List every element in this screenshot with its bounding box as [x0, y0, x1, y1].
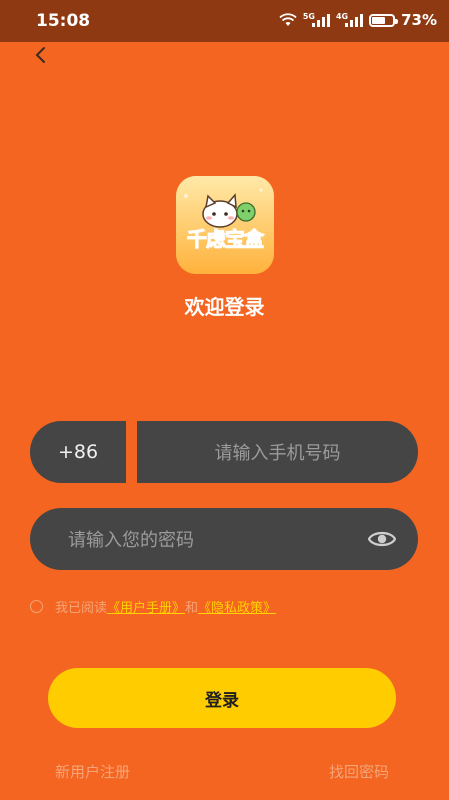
- agreement-conjunction: 和: [185, 601, 199, 616]
- password-placeholder: 请输入您的密码: [68, 530, 194, 551]
- agreement-checkbox[interactable]: [30, 600, 43, 613]
- status-bar: 15:08 5G 4G 73%: [0, 0, 449, 42]
- back-button[interactable]: [30, 44, 54, 68]
- status-icons: 5G 4G 73%: [279, 11, 437, 29]
- battery-percent: 73%: [401, 11, 437, 29]
- 5g-label: 5G: [302, 11, 315, 21]
- user-manual-link[interactable]: 《用户手册》: [107, 597, 185, 616]
- welcome-title: 欢迎登录: [184, 295, 265, 319]
- eye-icon[interactable]: [368, 527, 396, 551]
- status-time: 15:08: [36, 11, 91, 31]
- agreement-row: 我已阅读 《用户手册》 和 《隐私政策》: [30, 597, 276, 616]
- country-code-selector[interactable]: +86: [30, 421, 126, 483]
- chevron-left-icon: [35, 47, 45, 63]
- phone-input[interactable]: 请输入手机号码: [137, 421, 418, 483]
- 4g-label: 4G: [335, 11, 349, 21]
- app-logo: 千虑宝盒: [176, 176, 274, 274]
- forgot-password-link[interactable]: 找回密码: [329, 761, 389, 782]
- battery-icon: [369, 13, 399, 27]
- register-link[interactable]: 新用户注册: [55, 761, 130, 782]
- login-button[interactable]: 登录: [48, 668, 396, 728]
- app-logo-text: 千虑宝盒: [187, 227, 265, 252]
- privacy-policy-link[interactable]: 《隐私政策》: [198, 597, 276, 616]
- agreement-prefix: 我已阅读: [55, 601, 108, 616]
- login-screen: 15:08 5G 4G 73% 千虑宝盒 欢迎登录 +86 请输入手机号码 请输…: [0, 0, 449, 800]
- password-input[interactable]: 请输入您的密码: [30, 508, 418, 570]
- wifi-icon: [279, 13, 297, 26]
